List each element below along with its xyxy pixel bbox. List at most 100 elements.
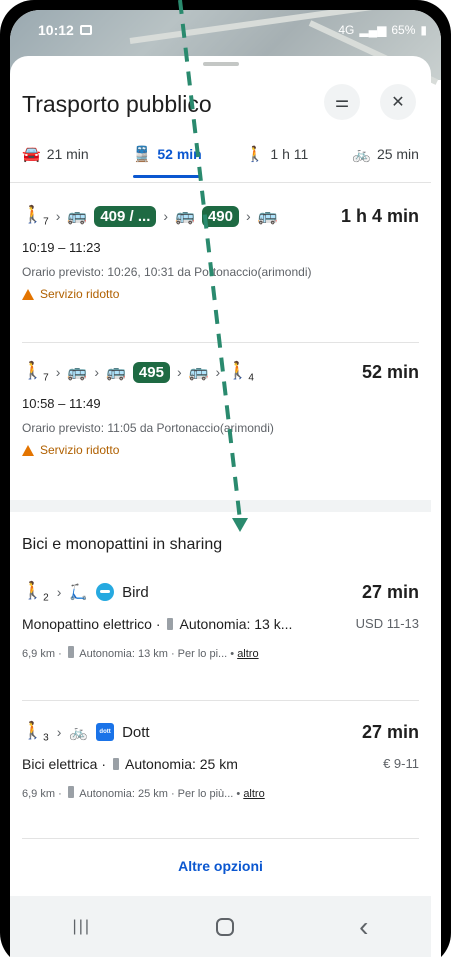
bus-icon: 🚌 <box>257 208 278 225</box>
tab-transit[interactable]: 🚆 52 min <box>132 138 202 178</box>
battery-icon <box>112 758 119 770</box>
transit-icon: 🚆 <box>132 146 152 163</box>
chevron-right-icon: › <box>215 364 221 380</box>
chevron-right-icon: › <box>94 364 99 380</box>
chevron-right-icon: › <box>56 724 62 740</box>
route-duration: 1 h 4 min <box>340 205 419 226</box>
clock: 10:12 <box>38 22 74 38</box>
sharing-option-bird[interactable]: 🚶2 › 🛴 Bird 27 min Monopattino elettrico… <box>22 578 419 660</box>
page-title: Trasporto pubblico <box>22 90 212 117</box>
status-bar: 10:12 4G ▂▄▆ 65% ▮ <box>10 10 441 50</box>
back-button[interactable]: ‹ <box>359 911 368 943</box>
vehicle-autonomy: Autonomia: 13 k... <box>179 616 293 632</box>
divider <box>22 342 419 343</box>
route-option[interactable]: 🚶7 › 🚌 › 🚌 495 › 🚌 › 🚶4 52 min 10:58 – 1… <box>22 358 419 457</box>
walk-icon: 🚶7 <box>22 204 49 228</box>
chevron-right-icon: › <box>176 364 182 380</box>
route-steps: 🚶7 › 🚌 409 / ... › 🚌 490 › 🚌 1 h 4 min <box>22 202 419 230</box>
sharing-meta: 6,9 km · Autonomia: 25 km · Per lo più..… <box>22 786 265 800</box>
distance: 6,9 km · <box>22 648 65 660</box>
filter-button[interactable]: ⚌ <box>324 84 360 120</box>
battery-icon <box>67 786 74 798</box>
more-link[interactable]: altro <box>243 788 264 800</box>
more-options-button[interactable]: Altre opzioni <box>10 858 431 874</box>
price-range: USD 11-13 <box>355 616 419 631</box>
sharing-duration: 27 min <box>361 581 419 602</box>
divider <box>10 182 431 183</box>
close-button[interactable]: ✕ <box>380 84 416 120</box>
tab-label: 25 min <box>376 146 419 162</box>
route-duration: 52 min <box>361 361 419 382</box>
divider <box>22 700 419 701</box>
bus-line-badge: 409 / ... <box>94 205 157 227</box>
chevron-right-icon: › <box>163 208 169 224</box>
sharing-steps: 🚶2 › 🛴 Bird 27 min <box>22 578 419 606</box>
route-steps: 🚶7 › 🚌 › 🚌 495 › 🚌 › 🚶4 52 min <box>22 358 419 386</box>
price-range: € 9-11 <box>383 756 419 771</box>
tab-label: 52 min <box>157 146 202 162</box>
sliders-icon: ⚌ <box>334 94 350 111</box>
walk-icon: 🚶4 <box>227 360 254 384</box>
battery-icon: ▮ <box>420 23 427 37</box>
warning-text: Servizio ridotto <box>40 443 120 457</box>
header: Trasporto pubblico ⚌ ✕ <box>22 84 422 124</box>
service-warning: Servizio ridotto <box>22 287 419 301</box>
sharing-option-dott[interactable]: 🚶3 › 🚲 dott Dott 27 min Bici elettrica ·… <box>22 718 419 800</box>
route-time-range: 10:58 – 11:49 <box>22 396 101 411</box>
car-icon: 🚘 <box>22 146 41 163</box>
divider <box>22 838 419 839</box>
bus-icon: 🚌 <box>188 364 209 381</box>
chevron-right-icon: › <box>246 208 251 224</box>
tab-label: 1 h 11 <box>270 146 309 162</box>
tab-bike[interactable]: 🚲 25 min <box>352 138 419 170</box>
signal-icon: ▂▄▆ <box>359 23 387 37</box>
section-gap <box>10 500 431 512</box>
bus-icon: 🚌 <box>67 364 88 381</box>
bus-icon: 🚌 <box>67 208 88 225</box>
route-option[interactable]: 🚶7 › 🚌 409 / ... › 🚌 490 › 🚌 1 h 4 min 1… <box>22 202 419 301</box>
sharing-steps: 🚶3 › 🚲 dott Dott 27 min <box>22 718 419 746</box>
battery-level: 65% <box>391 23 416 37</box>
route-schedule: Orario previsto: 11:05 da Portonaccio(ar… <box>22 421 274 435</box>
brand-name: Bird <box>122 583 149 601</box>
chevron-right-icon: › <box>55 208 61 224</box>
dott-logo-icon: dott <box>96 723 115 741</box>
sharing-duration: 27 min <box>361 721 419 742</box>
tab-walk[interactable]: 🚶 1 h 11 <box>246 138 309 170</box>
walk-icon: 🚶 <box>245 146 265 163</box>
bike-icon: 🚲 <box>352 146 371 163</box>
transit-bottom-sheet: Trasporto pubblico ⚌ ✕ 🚘 21 min 🚆 52 min… <box>10 56 431 896</box>
signal-text: 4G <box>338 23 355 37</box>
vehicle-type: Bici elettrica · <box>22 756 107 772</box>
distance: 6,9 km · <box>22 788 65 800</box>
battery-icon <box>67 646 74 658</box>
close-icon: ✕ <box>391 94 405 111</box>
warning-text: Servizio ridotto <box>40 287 120 301</box>
bird-logo-icon <box>96 583 115 601</box>
walk-icon: 🚶2 <box>22 580 49 604</box>
meta-autonomy: Autonomia: 25 km · Per lo più... <box>79 788 234 800</box>
walk-icon: 🚶3 <box>22 720 49 744</box>
sharing-heading: Bici e monopattini in sharing <box>22 536 223 553</box>
bus-line-badge: 490 <box>201 205 239 227</box>
brand-name: Dott <box>122 723 150 741</box>
tab-label: 21 min <box>46 146 89 162</box>
walk-icon: 🚶7 <box>22 360 49 384</box>
vehicle-type: Monopattino elettrico · <box>22 616 161 632</box>
bus-line-badge: 495 <box>132 361 170 383</box>
tab-car[interactable]: 🚘 21 min <box>22 138 89 170</box>
battery-icon <box>167 618 174 630</box>
warning-icon <box>22 444 34 456</box>
scooter-icon: 🛴 <box>69 584 89 601</box>
vehicle-autonomy: Autonomia: 25 km <box>125 756 238 772</box>
recents-button[interactable]: ||| <box>73 918 91 936</box>
vehicle-info: Bici elettrica · Autonomia: 25 km € 9-11 <box>22 756 419 772</box>
more-link[interactable]: altro <box>237 648 258 660</box>
route-time-range: 10:19 – 11:23 <box>22 240 101 255</box>
meta-autonomy: Autonomia: 13 km · Per lo pi... <box>79 648 228 660</box>
drag-handle[interactable] <box>202 62 239 66</box>
bus-icon: 🚌 <box>106 364 126 381</box>
screenshot-icon <box>79 25 92 35</box>
chevron-right-icon: › <box>55 364 61 380</box>
home-button[interactable] <box>216 917 235 936</box>
